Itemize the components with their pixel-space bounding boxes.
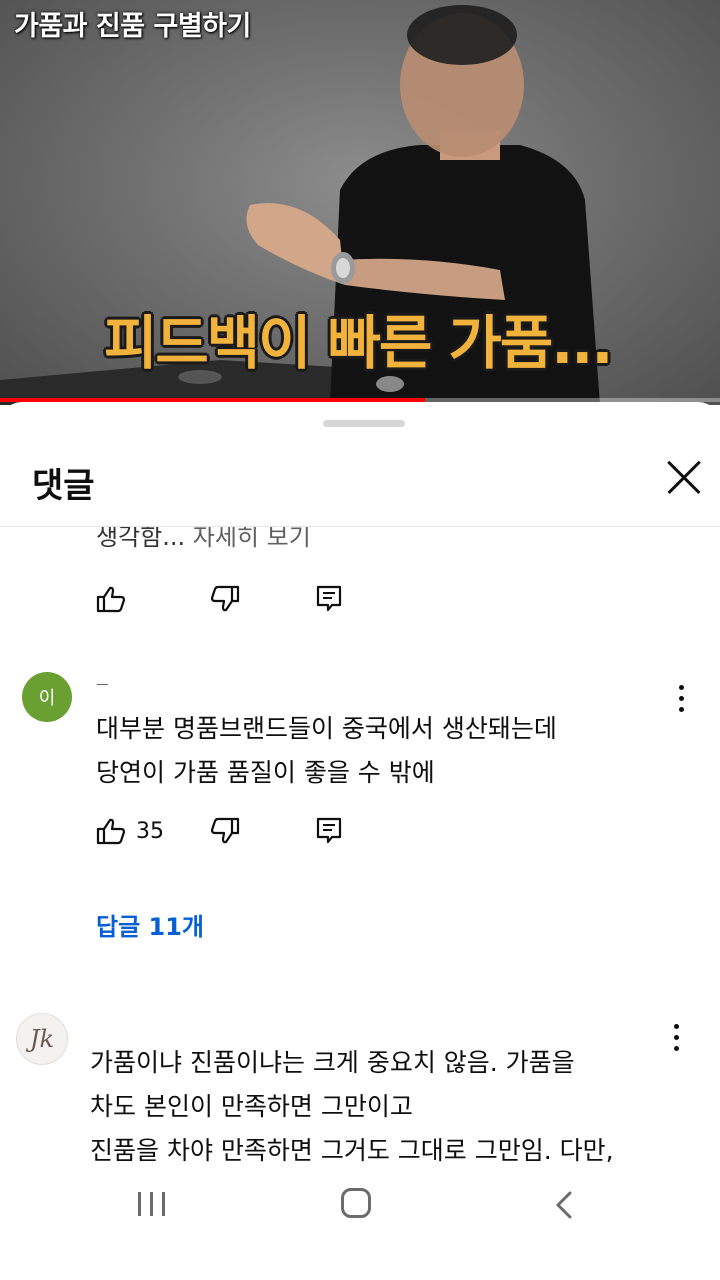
more-options-icon[interactable]: [674, 1024, 682, 1057]
like-button[interactable]: [96, 585, 126, 613]
thumb-up-icon: [96, 586, 126, 613]
back-icon[interactable]: [553, 1190, 575, 1220]
dislike-button[interactable]: [210, 817, 240, 845]
replies-button[interactable]: 답글 11개: [96, 907, 204, 942]
comments-list[interactable]: 생각함... 자세히 보기 이 ㅡ 대부분 명품브랜드들이 중국에서 생산돼는데…: [0, 527, 720, 1187]
drag-handle[interactable]: [323, 420, 405, 427]
avatar-initial: 이: [38, 688, 56, 709]
home-icon[interactable]: [341, 1188, 371, 1218]
comment-author[interactable]: ㅡ: [96, 675, 109, 695]
comment-actions: 35: [96, 817, 396, 857]
comment-text: 대부분 명품브랜드들이 중국에서 생산돼는데 당연이 가품 품질이 좋을 수 밖…: [96, 714, 557, 787]
thumb-down-icon: [210, 585, 240, 612]
video-title-overlay: 가품과 진품 구별하기: [14, 11, 251, 42]
comment-text-clipped: 생각함... 자세히 보기: [96, 527, 311, 552]
more-options-icon[interactable]: [679, 685, 687, 718]
comments-sheet: 댓글 생각함... 자세히 보기 이 ㅡ 대부분 명품브랜드들이 중국에서 생산…: [0, 402, 720, 1280]
video-caption: 피드백이 빠른 가품...: [104, 309, 613, 377]
dislike-button[interactable]: [210, 585, 240, 613]
recents-icon[interactable]: [138, 1192, 165, 1216]
avatar[interactable]: Jk: [16, 1013, 68, 1065]
comment-text: 가품이냐 진품이냐는 크게 중요치 않음. 가품을 차도 본인이 만족하면 그만…: [90, 1048, 614, 1165]
like-button[interactable]: 35: [96, 817, 164, 845]
avatar-initial: Jk: [29, 1025, 55, 1053]
sheet-title: 댓글: [32, 466, 95, 506]
system-navbar: [0, 1170, 720, 1280]
video-player[interactable]: 가품과 진품 구별하기 피드백이 빠른 가품...: [0, 0, 720, 405]
thumb-down-icon: [210, 817, 240, 844]
close-icon[interactable]: [660, 454, 706, 500]
avatar[interactable]: 이: [22, 672, 72, 722]
reply-button[interactable]: [316, 817, 342, 845]
read-more-link[interactable]: 자세히 보기: [193, 527, 311, 551]
comment-actions: [96, 585, 396, 625]
reply-icon: [316, 817, 342, 844]
comment-text: 생각함...: [96, 527, 193, 551]
reply-button[interactable]: [316, 585, 342, 613]
like-count: 35: [136, 818, 164, 844]
thumb-up-icon: [96, 818, 126, 845]
reply-icon: [316, 585, 342, 612]
